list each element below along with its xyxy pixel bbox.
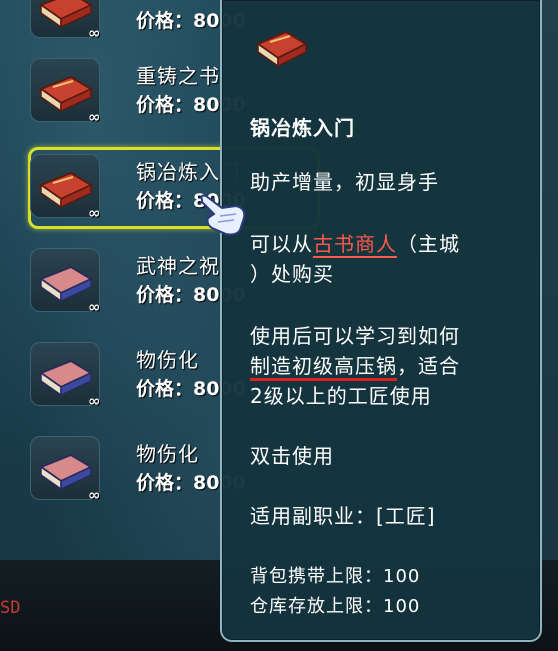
merchant-link[interactable]: 古书商人 — [313, 232, 397, 258]
tooltip-title: 锅冶炼入门 — [250, 116, 355, 140]
stack-count: ∞ — [88, 298, 101, 316]
tooltip-profession: 适用副职业：[工匠] — [250, 504, 436, 528]
hand-cursor-icon — [196, 188, 250, 240]
tooltip-source-line: 可以从古书商人（主城 — [250, 228, 460, 258]
red-book-icon — [252, 20, 312, 70]
stack-count: ∞ — [88, 24, 101, 42]
item-name: 物伤化 — [136, 348, 199, 372]
tooltip-use-line2: 制造初级高压锅，适合 — [250, 350, 460, 381]
tooltip-double-click: 双击使用 — [250, 444, 334, 468]
stack-count: ∞ — [88, 486, 101, 504]
stack-count: ∞ — [88, 204, 101, 222]
item-name: 武神之祝 — [136, 254, 220, 278]
status-text: SD — [0, 598, 21, 618]
tooltip-use-line1: 使用后可以学习到如何 — [250, 324, 460, 348]
stack-count: ∞ — [88, 392, 101, 410]
tooltip-storage-limit: 仓库存放上限：100 — [250, 596, 421, 617]
tooltip-use-line3: 2级以上的工匠使用 — [250, 384, 432, 408]
item-tooltip: 锅冶炼入门 助产增量，初显身手 可以从古书商人（主城 ）处购买 使用后可以学习到… — [220, 0, 542, 642]
item-name: 重铸之书 — [136, 64, 220, 88]
tooltip-subtitle: 助产增量，初显身手 — [250, 170, 439, 194]
source-suffix: （主城 — [397, 232, 460, 256]
recipe-highlight: 制造初级高压锅 — [250, 354, 397, 381]
item-name: 物伤化 — [136, 442, 199, 466]
tooltip-bag-limit: 背包携带上限：100 — [250, 566, 421, 587]
use-line2-rest: ，适合 — [397, 354, 460, 378]
stack-count: ∞ — [88, 108, 101, 126]
tooltip-source-line2: ）处购买 — [250, 262, 334, 286]
source-prefix: 可以从 — [250, 232, 313, 256]
